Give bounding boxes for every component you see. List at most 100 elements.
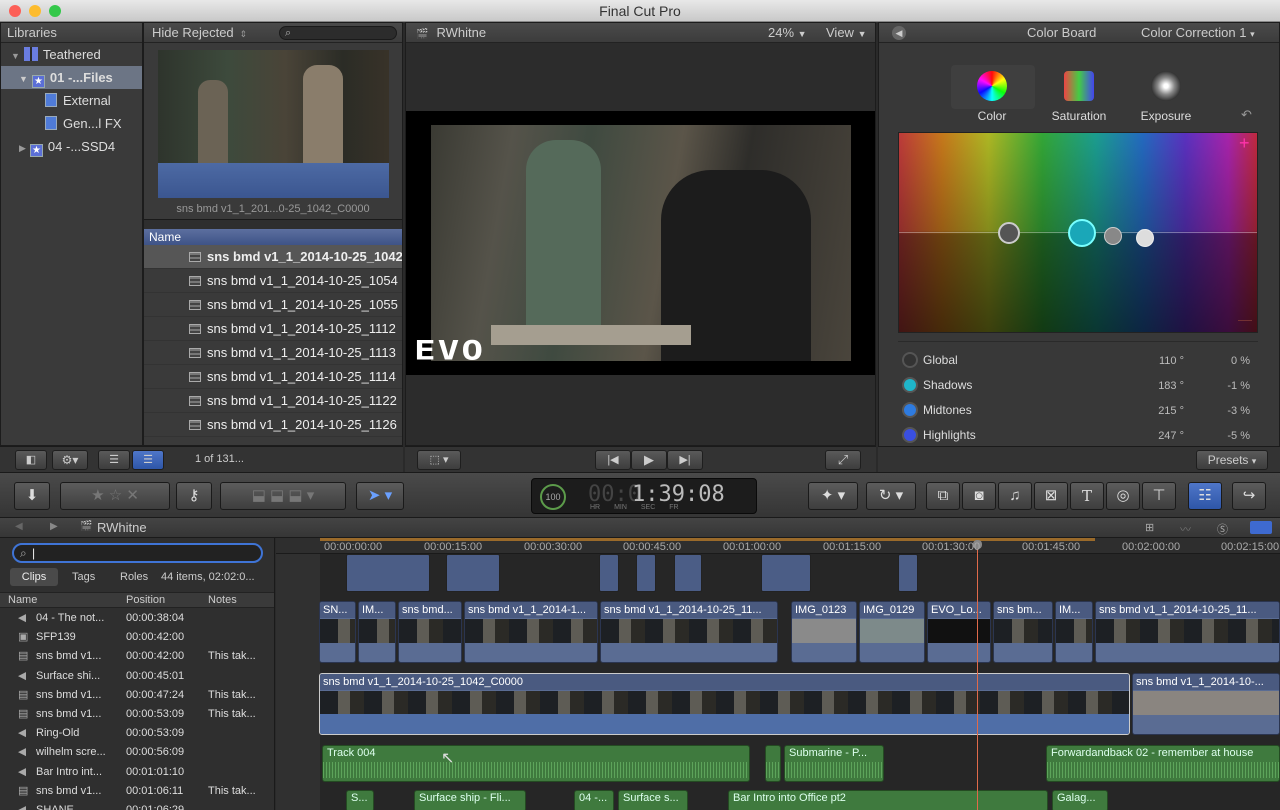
- filmstrip-view-button[interactable]: ☰: [98, 450, 130, 470]
- color-board[interactable]: + —: [898, 132, 1258, 333]
- transform-button[interactable]: ⬚ ▾: [417, 450, 461, 470]
- connected-clip[interactable]: [346, 554, 430, 592]
- timeline-clip[interactable]: sns bmd v1_1_2014-1...: [464, 601, 598, 663]
- list-item[interactable]: ▤ sns bmd v1... 00:00:42:00 This tak...: [0, 647, 274, 666]
- color-row-global[interactable]: Global 110 ° 0 %: [902, 351, 1258, 371]
- edit-buttons[interactable]: ⬓ ⬓ ⬓ ▾: [220, 482, 346, 510]
- audio-clip[interactable]: Bar Intro into Office pt2: [728, 790, 1048, 810]
- list-item[interactable]: ◀ wilhelm scre... 00:00:56:09: [0, 743, 274, 762]
- file-row[interactable]: sns bmd v1_1_2014-10-25_1112: [144, 317, 402, 341]
- tab-tags[interactable]: Tags: [72, 568, 95, 586]
- timeline-clip[interactable]: sns bmd v1_1_2014-10-25_11...: [1095, 601, 1280, 663]
- event-04-ssd4[interactable]: ▶ ★ 04 -...SSD4: [1, 135, 142, 158]
- inspector-toggle-button[interactable]: ☷: [1188, 482, 1222, 510]
- audio-clip[interactable]: Forwardandback 02 - remember at house: [1046, 745, 1280, 782]
- zoom-window-button[interactable]: [49, 5, 61, 17]
- zoom-popup[interactable]: 24% ▼: [768, 23, 807, 44]
- splitter[interactable]: [144, 219, 402, 229]
- share-button[interactable]: ↪: [1232, 482, 1266, 510]
- smart-collection-external[interactable]: External: [1, 89, 142, 112]
- file-row[interactable]: sns bmd v1_1_2014-10-25_1122: [144, 389, 402, 413]
- name-column-header[interactable]: Name: [144, 229, 402, 245]
- col-name[interactable]: Name: [8, 593, 37, 607]
- timeline-clip[interactable]: EVO_Lo...: [927, 601, 991, 663]
- snapping-toggle[interactable]: [1250, 521, 1272, 534]
- solo-icon[interactable]: Ⓢ: [1217, 521, 1228, 537]
- playhead[interactable]: [977, 542, 978, 810]
- list-item[interactable]: ▣ SFP139 00:00:42:00: [0, 628, 274, 647]
- connected-clip[interactable]: [599, 554, 619, 592]
- clip-appearance-icon[interactable]: ⊞: [1145, 521, 1154, 534]
- list-item[interactable]: ◀ SHANE 00:01:06:29: [0, 801, 274, 810]
- timeline-clip[interactable]: IM...: [358, 601, 396, 663]
- background-tasks-meter[interactable]: 100: [540, 484, 566, 510]
- file-row[interactable]: sns bmd v1_1_2014-10-25_1042: [144, 245, 402, 269]
- list-item[interactable]: ▤ sns bmd v1... 00:01:06:11 This tak...: [0, 782, 274, 801]
- color-row-midtones[interactable]: Midtones 215 ° -3 %: [902, 401, 1258, 421]
- list-item[interactable]: ◀ Ring-Old 00:00:53:09: [0, 724, 274, 743]
- browser-search-field[interactable]: ⌕: [279, 26, 397, 40]
- shadows-puck[interactable]: [1068, 219, 1096, 247]
- file-row[interactable]: sns bmd v1_1_2014-10-25_1113: [144, 341, 402, 365]
- fullscreen-button[interactable]: ⤢: [825, 450, 861, 470]
- file-row[interactable]: sns bmd v1_1_2014-10-25_1126: [144, 413, 402, 437]
- sidebar-toggle-button[interactable]: ◧: [15, 450, 47, 470]
- forward-history-icon[interactable]: ▶: [50, 521, 58, 532]
- file-row[interactable]: sns bmd v1_1_2014-10-25_1055: [144, 293, 402, 317]
- next-edit-button[interactable]: ▶|: [667, 450, 703, 470]
- timeline-clip[interactable]: sns bm...: [993, 601, 1053, 663]
- enhancements-button[interactable]: ✦ ▾: [808, 482, 858, 510]
- photos-button[interactable]: ◙: [962, 482, 996, 510]
- rating-buttons[interactable]: ★ ☆ ✕: [60, 482, 170, 510]
- audio-clip[interactable]: Galag...: [1052, 790, 1108, 810]
- audio-clip[interactable]: S...: [346, 790, 374, 810]
- timeline[interactable]: SN... IM... sns bmd... sns bmd v1_1_2014…: [276, 538, 1280, 810]
- disclosure-open-icon[interactable]: ▼: [19, 74, 28, 84]
- event-01-files[interactable]: ▼ ★ 01 -...Files: [1, 66, 142, 89]
- timeline-clip[interactable]: IMG_0129: [859, 601, 925, 663]
- color-row-shadows[interactable]: Shadows 183 ° -1 %: [902, 376, 1258, 396]
- list-item[interactable]: ◀ Surface shi... 00:00:45:01: [0, 667, 274, 686]
- dashboard-timecode[interactable]: 100 00:0 1:39:08 HR MIN SEC FR: [531, 478, 757, 514]
- close-window-button[interactable]: [9, 5, 21, 17]
- keyword-button[interactable]: ⚷: [176, 482, 212, 510]
- file-row[interactable]: sns bmd v1_1_2014-10-25_1054: [144, 269, 402, 293]
- music-button[interactable]: ♫: [998, 482, 1032, 510]
- list-item[interactable]: ◀ 04 - The not... 00:00:38:04: [0, 609, 274, 628]
- timeline-clip[interactable]: IMG_0123: [791, 601, 857, 663]
- play-button[interactable]: ▶: [631, 450, 667, 470]
- previous-edit-button[interactable]: |◀: [595, 450, 631, 470]
- audio-clip[interactable]: Submarine - P...: [784, 745, 884, 782]
- video-canvas[interactable]: EVO: [406, 111, 875, 375]
- clip-filmstrip-preview[interactable]: [158, 50, 389, 198]
- timeline-clip[interactable]: SN...: [319, 601, 356, 663]
- connected-clip[interactable]: [898, 554, 918, 592]
- highlights-puck[interactable]: [1136, 229, 1154, 247]
- minimize-window-button[interactable]: [29, 5, 41, 17]
- list-item[interactable]: ▤ sns bmd v1... 00:00:47:24 This tak...: [0, 686, 274, 705]
- library-teathered[interactable]: ▼ Teathered: [1, 43, 142, 66]
- audio-clip[interactable]: Track 004: [322, 745, 750, 782]
- global-puck[interactable]: [998, 222, 1020, 244]
- transitions-button[interactable]: ⊠: [1034, 482, 1068, 510]
- generators-button[interactable]: ◎: [1106, 482, 1140, 510]
- list-item[interactable]: ▤ sns bmd v1... 00:00:53:09 This tak...: [0, 705, 274, 724]
- audio-clip[interactable]: Surface ship - Fli...: [414, 790, 526, 810]
- connected-clip[interactable]: [761, 554, 811, 592]
- connected-clip[interactable]: [674, 554, 702, 592]
- color-row-highlights[interactable]: Highlights 247 ° -5 %: [902, 426, 1258, 446]
- timeline-clip[interactable]: sns bmd v1_1_2014-10-25_11...: [600, 601, 778, 663]
- tab-clips[interactable]: Clips: [10, 568, 58, 586]
- disclosure-open-icon[interactable]: ▼: [11, 51, 20, 61]
- titles-button[interactable]: T: [1070, 482, 1104, 510]
- audio-clip[interactable]: 04 -...: [574, 790, 614, 810]
- select-tool-button[interactable]: ➤ ▾: [356, 482, 404, 510]
- col-notes[interactable]: Notes: [208, 593, 237, 607]
- import-button[interactable]: ⬇: [14, 482, 50, 510]
- media-browser-button[interactable]: ⧉: [926, 482, 960, 510]
- index-search-input[interactable]: ⌕ |: [12, 543, 263, 563]
- midtones-puck[interactable]: [1104, 227, 1122, 245]
- connected-clip[interactable]: [446, 554, 500, 592]
- connected-clip[interactable]: [636, 554, 656, 592]
- view-popup[interactable]: View ▼: [826, 23, 867, 44]
